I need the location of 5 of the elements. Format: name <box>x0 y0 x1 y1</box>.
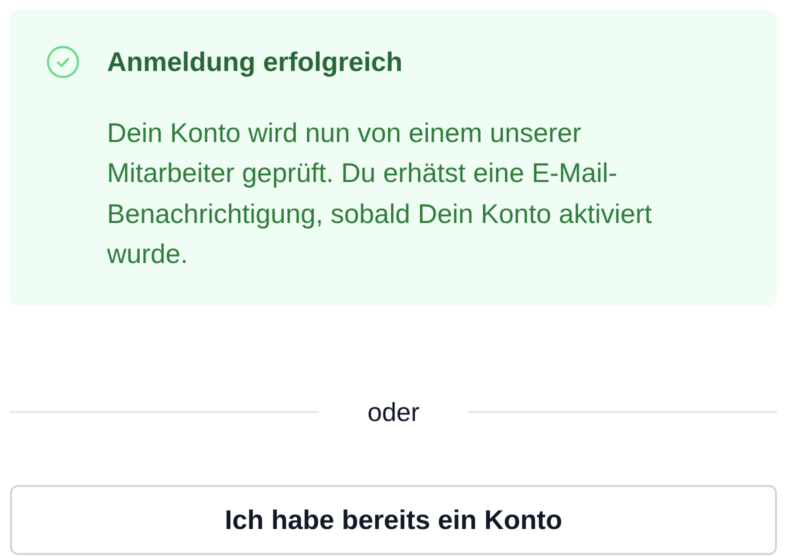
check-circle-icon <box>46 45 80 79</box>
alert-title: Anmeldung erfolgreich <box>107 46 404 79</box>
login-button[interactable]: Ich habe bereits ein Konto <box>10 485 777 556</box>
divider-label: oder <box>367 396 420 428</box>
alert-message: Dein Konto wird nun von einem unserer Mitarbeiter geprüft. Du erhätst eine E-Mail-Benachrichtigung, sobald Dein Konto aktiviert wurde. <box>107 117 653 271</box>
